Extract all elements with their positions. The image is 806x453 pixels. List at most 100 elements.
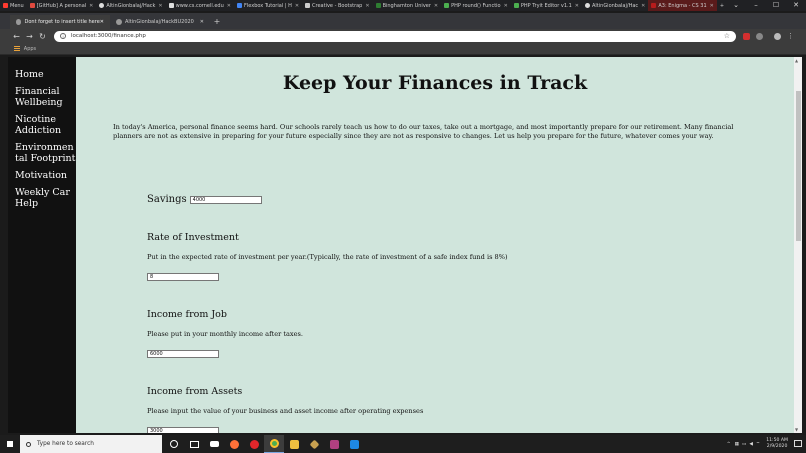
tab-php-round[interactable]: PHP round() Functio ✕: [441, 0, 511, 11]
chevron-up-icon[interactable]: ^: [727, 442, 731, 447]
tab-search-icon[interactable]: ⌄: [726, 0, 746, 11]
sidebar: Home Financial Wellbeing Nicotine Addict…: [8, 57, 76, 433]
taskbar: Type here to search ^ ▦ ▭ ◀ ⌔ 11:50 AM 2…: [0, 435, 806, 453]
savings-label: Savings: [147, 194, 187, 205]
bookmark-apps[interactable]: Apps: [24, 46, 36, 52]
rate-input[interactable]: 8: [147, 273, 219, 281]
start-button[interactable]: [0, 440, 20, 448]
cortana-icon[interactable]: [164, 435, 184, 453]
close-icon[interactable]: ✕: [504, 3, 508, 9]
close-window-icon[interactable]: ✕: [786, 0, 806, 11]
tab-menu[interactable]: Menu: [0, 0, 27, 11]
toolbar: ← → ↻ i localhost:3000/finance.php ☆ ⋮: [0, 29, 806, 43]
apps-grid-icon[interactable]: [14, 45, 20, 52]
income-assets-input[interactable]: 3000: [147, 427, 219, 433]
forward-icon[interactable]: →: [23, 32, 36, 41]
tab-hack-repo[interactable]: AltinGionbalaj/Hack ✕: [96, 0, 165, 11]
bookmark-star-icon[interactable]: ☆: [724, 32, 730, 40]
battery-icon[interactable]: ▭: [742, 442, 746, 447]
bookmarks-bar: Apps: [0, 43, 806, 55]
window-controls: ⌄ – ☐ ✕: [726, 0, 806, 11]
close-icon[interactable]: ✕: [89, 3, 93, 9]
scroll-down-icon[interactable]: ▼: [795, 427, 798, 432]
tab-row: Dont forget to insert title here ✕ Altin…: [0, 13, 806, 29]
back-icon[interactable]: ←: [10, 32, 23, 41]
tab-hack-repo-2[interactable]: AltinGionbalaj/Hac ✕: [582, 0, 648, 11]
vscode-icon[interactable]: [344, 435, 364, 453]
firefox-icon[interactable]: [224, 435, 244, 453]
menu-dots-icon[interactable]: ⋮: [787, 32, 794, 40]
system-tray: ^ ▦ ▭ ◀ ⌔ 11:50 AM 2/9/2020: [727, 435, 788, 453]
wifi-icon[interactable]: ⌔: [756, 441, 760, 447]
new-tab-button[interactable]: +: [210, 15, 224, 29]
tab-cornell[interactable]: www.cs.cornell.edu ✕: [166, 0, 234, 11]
close-icon[interactable]: ✕: [200, 19, 204, 25]
github-icon: [99, 3, 105, 8]
page-icon: [305, 3, 311, 8]
page-scrollbar[interactable]: ▲ ▼: [794, 57, 802, 433]
extensions: ⋮: [740, 30, 794, 42]
taskbar-search[interactable]: Type here to search: [20, 435, 162, 453]
reload-icon[interactable]: ↻: [36, 32, 49, 41]
volume-icon[interactable]: ◀: [749, 442, 753, 447]
sidebar-item-financial-wellbeing[interactable]: Financial Wellbeing: [15, 86, 71, 108]
profile-avatar-icon[interactable]: [774, 32, 781, 40]
sidebar-item-nicotine-addiction[interactable]: Nicotine Addiction: [15, 114, 65, 136]
income-job-input[interactable]: 6000: [147, 350, 219, 358]
extension-incognito-icon[interactable]: [756, 32, 763, 40]
close-icon[interactable]: ✕: [227, 3, 231, 9]
tab-binghamton[interactable]: Binghamton Univer ✕: [373, 0, 442, 11]
info-icon[interactable]: i: [60, 33, 66, 39]
tab-php-tryit[interactable]: PHP Tryit Editor v1.1 ✕: [511, 0, 582, 11]
sidebar-item-motivation[interactable]: Motivation: [15, 170, 76, 181]
close-icon[interactable]: ✕: [365, 3, 369, 9]
clock[interactable]: 11:50 AM 2/9/2020: [766, 438, 788, 450]
maximize-icon[interactable]: ☐: [766, 0, 786, 11]
close-icon[interactable]: ✕: [575, 3, 579, 9]
opera-icon[interactable]: [244, 435, 264, 453]
close-icon[interactable]: ✕: [434, 3, 438, 9]
page-viewport: Home Financial Wellbeing Nicotine Addict…: [8, 57, 794, 433]
tab-enigma[interactable]: A3: Enigma - CS 31 ✕: [648, 0, 717, 11]
mail-icon[interactable]: [204, 435, 224, 453]
close-icon[interactable]: ✕: [641, 3, 645, 9]
chrome-icon[interactable]: [264, 435, 284, 453]
income-job-heading: Income from Job: [147, 309, 227, 320]
rate-heading: Rate of Investment: [147, 232, 239, 243]
scrollbar-thumb[interactable]: [795, 91, 801, 241]
tab-flexbox[interactable]: Flexbox Tutorial | H ✕: [234, 0, 302, 11]
scroll-up-icon[interactable]: ▲: [795, 58, 798, 63]
savings-row: Savings 4000: [147, 194, 262, 205]
globe-icon: [16, 19, 22, 25]
sidebar-item-weekly-car-help[interactable]: Weekly Car Help: [15, 187, 71, 209]
main-content: Keep Your Finances in Track In today's A…: [76, 57, 794, 433]
sidebar-item-environmental-footprint[interactable]: Environmental Footprint: [15, 142, 76, 164]
screen: Menu [GitHub] A personal ✕ AltinGionbalaj…: [0, 0, 806, 453]
favicon-icon: [513, 3, 519, 8]
favicon-icon: [444, 3, 450, 8]
app-icon[interactable]: [304, 435, 324, 453]
github-icon: [584, 3, 590, 8]
task-view-icon[interactable]: [184, 435, 204, 453]
favicon-icon: [236, 3, 242, 8]
close-icon[interactable]: ✕: [100, 19, 104, 25]
tab-finance-page[interactable]: Dont forget to insert title here ✕: [10, 15, 110, 29]
tab-github[interactable]: [GitHub] A personal ✕: [27, 0, 97, 11]
browser-tab-strip: Menu [GitHub] A personal ✕ AltinGionbalaj…: [0, 0, 806, 11]
tab-hackbu-repo[interactable]: AltinGionbalaj/HackBU2020 ✕: [110, 15, 210, 29]
savings-input[interactable]: 4000: [189, 195, 262, 204]
close-icon[interactable]: ✕: [295, 3, 299, 9]
notification-icon[interactable]: [794, 440, 802, 447]
windows-icon: [6, 440, 14, 448]
app-icon-2[interactable]: [324, 435, 344, 453]
page-title: Keep Your Finances in Track: [282, 72, 588, 94]
minimize-icon[interactable]: –: [746, 0, 766, 11]
network-icon[interactable]: ▦: [735, 442, 739, 447]
close-icon[interactable]: ✕: [158, 3, 162, 9]
address-bar[interactable]: i localhost:3000/finance.php ☆: [54, 30, 736, 42]
tab-bootstrap[interactable]: Creative - Bootstrap ✕: [302, 0, 373, 11]
extension-red-icon[interactable]: [743, 32, 750, 40]
sidebar-item-home[interactable]: Home: [15, 69, 76, 80]
file-explorer-icon[interactable]: [284, 435, 304, 453]
close-icon[interactable]: ✕: [710, 3, 714, 9]
